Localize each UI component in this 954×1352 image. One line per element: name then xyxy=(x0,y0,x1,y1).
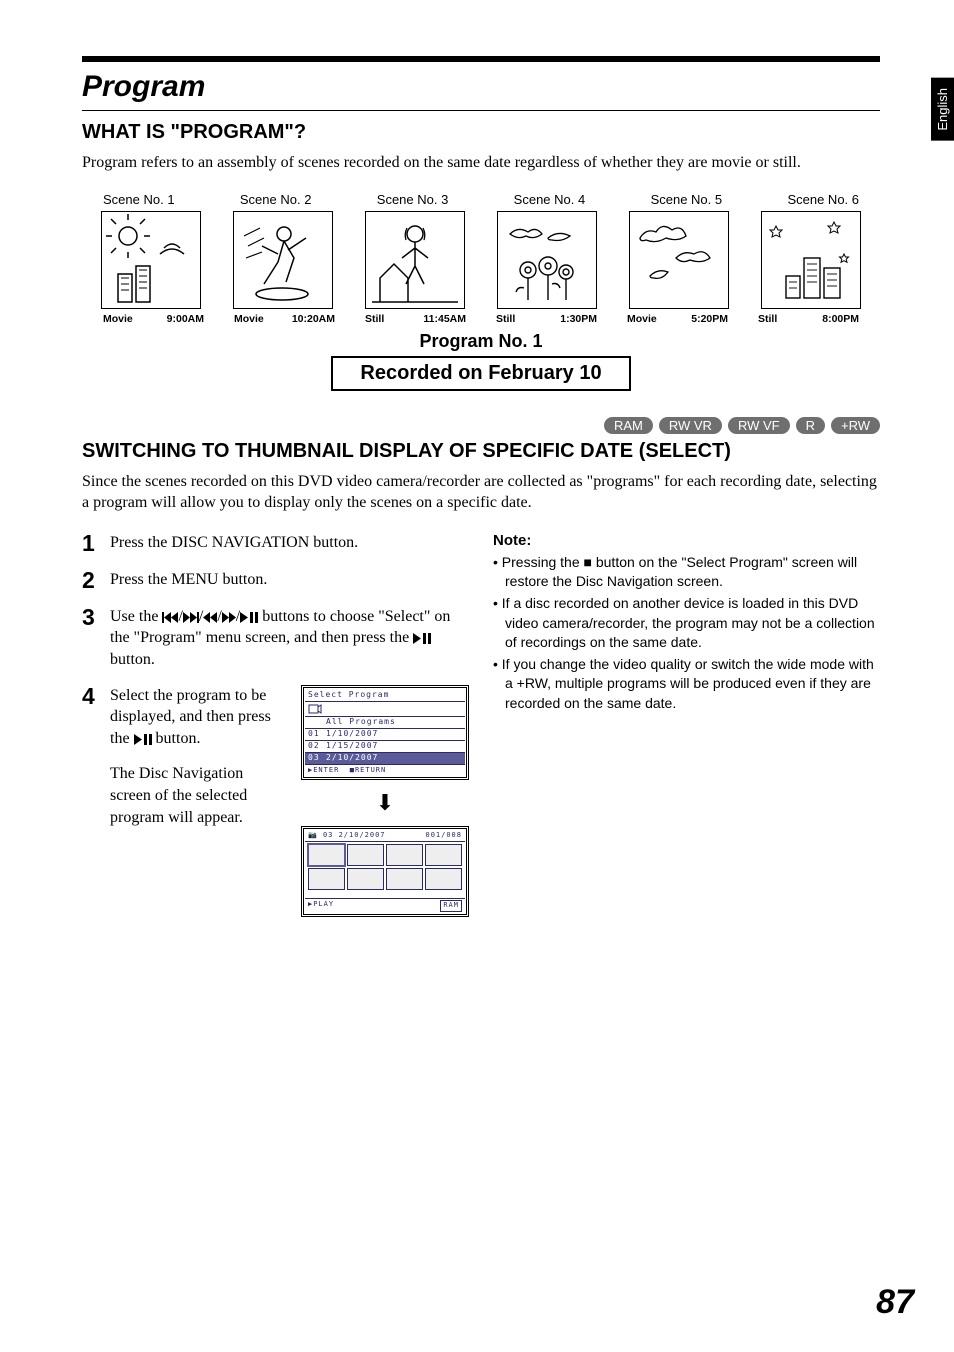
rule-thin xyxy=(82,110,880,111)
step-number: 3 xyxy=(82,606,102,671)
prev-track-icon xyxy=(162,608,178,625)
disc-tag: R xyxy=(796,417,825,434)
clouds-icon xyxy=(632,214,726,306)
disc-type-tags: RAM RW VR RW VF R +RW xyxy=(82,417,880,434)
scene-type: Still xyxy=(496,313,515,325)
night-city-icon xyxy=(764,214,858,306)
scene-label: Scene No. 6 xyxy=(787,192,859,207)
scene-time: 9:00AM xyxy=(167,313,204,325)
paragraph-what-is-program: Program refers to an assembly of scenes … xyxy=(82,152,880,174)
step-2: 2 Press the MENU button. xyxy=(82,569,469,592)
page-number: 87 xyxy=(876,1283,914,1322)
heading-what-is-program: WHAT IS "PROGRAM"? xyxy=(82,121,880,144)
page-title: Program xyxy=(82,70,880,104)
play-pause-icon xyxy=(413,629,431,646)
scene-label: Scene No. 2 xyxy=(240,192,312,207)
scenes-diagram: Scene No. 1 Scene No. 2 Scene No. 3 Scen… xyxy=(101,192,861,391)
scene-type: Still xyxy=(758,313,777,325)
osd-select-program: Select Program All Programs 01 1/10/2007… xyxy=(301,685,469,780)
step-number: 2 xyxy=(82,569,102,592)
heading-switching: SWITCHING TO THUMBNAIL DISPLAY OF SPECIF… xyxy=(82,440,880,463)
note-item: If a disc recorded on another device is … xyxy=(493,594,880,653)
disc-tag: RW VF xyxy=(728,417,790,434)
osd-title: Select Program xyxy=(305,689,465,703)
scene-thumb xyxy=(233,211,333,309)
scene-type: Movie xyxy=(627,313,657,325)
paragraph-switching: Since the scenes recorded on this DVD vi… xyxy=(82,471,880,514)
scene-time: 5:20PM xyxy=(691,313,728,325)
scene-label: Scene No. 4 xyxy=(514,192,586,207)
osd-thumb xyxy=(308,844,345,866)
scene-time: 10:20AM xyxy=(292,313,335,325)
step-4: 4 Select the program to be displayed, an… xyxy=(82,685,469,917)
play-pause-icon xyxy=(240,608,258,625)
program-caption: Program No. 1 xyxy=(101,331,861,352)
play-pause-icon xyxy=(134,730,152,747)
camera-icon xyxy=(308,703,322,715)
scene-thumb xyxy=(629,211,729,309)
flowers-icon xyxy=(500,214,594,306)
rule-thick xyxy=(82,56,880,62)
step-3: 3 Use the //// buttons to choose "Select… xyxy=(82,606,469,671)
scene-time: 8:00PM xyxy=(822,313,859,325)
rewind-icon xyxy=(203,608,217,625)
osd-thumb xyxy=(347,844,384,866)
note-heading: Note: xyxy=(493,532,880,549)
step-text-extra: The Disc Navigation screen of the select… xyxy=(110,763,283,828)
disc-tag: +RW xyxy=(831,417,880,434)
scene-time: 1:30PM xyxy=(560,313,597,325)
page: Program WHAT IS "PROGRAM"? Program refer… xyxy=(0,0,954,971)
step-1: 1 Press the DISC NAVIGATION button. xyxy=(82,532,469,555)
step-text: Press the MENU button. xyxy=(110,569,469,592)
next-track-icon xyxy=(183,608,199,625)
scene-type: Still xyxy=(365,313,384,325)
disc-tag: RAM xyxy=(604,417,653,434)
scene-label: Scene No. 3 xyxy=(377,192,449,207)
scene-thumb xyxy=(365,211,465,309)
scene-type: Movie xyxy=(103,313,133,325)
osd-thumb xyxy=(386,844,423,866)
scene-thumb xyxy=(101,211,201,309)
scene-time: 11:45AM xyxy=(423,313,466,325)
language-tab: English xyxy=(931,78,954,141)
scene-label: Scene No. 5 xyxy=(651,192,723,207)
osd-thumbnail-grid: 📷 03 2/10/2007001/008 xyxy=(301,826,469,917)
sun-city-icon xyxy=(104,214,198,306)
osd-thumb xyxy=(347,868,384,890)
note-item: If you change the video quality or switc… xyxy=(493,655,880,714)
note-item: Pressing the ■ button on the "Select Pro… xyxy=(493,553,880,592)
house-girl-icon xyxy=(368,214,462,306)
osd-thumb xyxy=(308,868,345,890)
step-text: Press the DISC NAVIGATION button. xyxy=(110,532,469,555)
step-number: 1 xyxy=(82,532,102,555)
disc-tag: RW VR xyxy=(659,417,722,434)
scene-thumb xyxy=(497,211,597,309)
skater-icon xyxy=(236,214,330,306)
down-arrow-icon: ⬇ xyxy=(301,788,469,818)
scene-label: Scene No. 1 xyxy=(103,192,175,207)
osd-thumb xyxy=(386,868,423,890)
scene-type: Movie xyxy=(234,313,264,325)
note-list: Pressing the ■ button on the "Select Pro… xyxy=(493,553,880,714)
step-number: 4 xyxy=(82,685,102,917)
step-text: Use the //// buttons to choose "Select" … xyxy=(110,606,469,671)
osd-thumb xyxy=(425,868,462,890)
fast-forward-icon xyxy=(222,608,236,625)
program-date-box: Recorded on February 10 xyxy=(331,356,631,391)
step-text: Select the program to be displayed, and … xyxy=(110,685,283,750)
osd-thumb xyxy=(425,844,462,866)
scene-thumb xyxy=(761,211,861,309)
